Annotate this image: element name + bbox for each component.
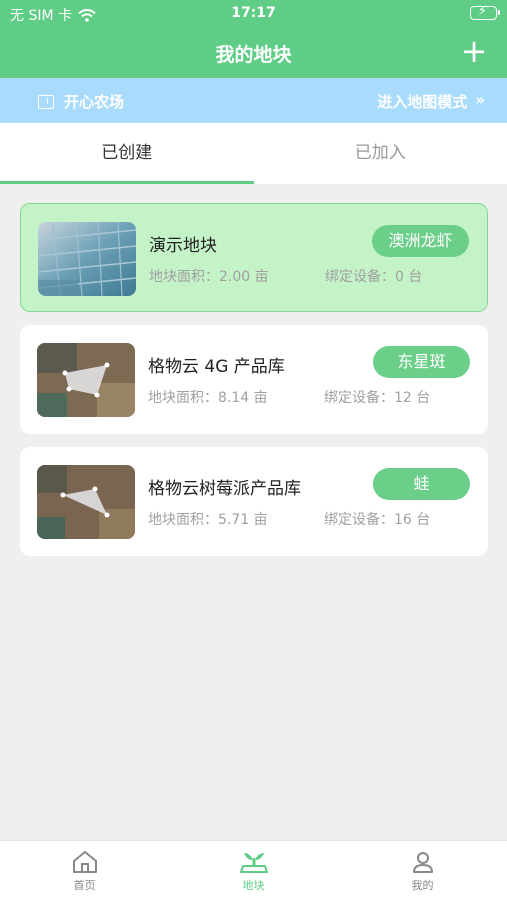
plot-name: 格物云 4G 产品库 bbox=[148, 357, 285, 377]
plot-card[interactable]: 演示地块 澳洲龙虾 地块面积：2.00 亩 绑定设备：0 台 bbox=[20, 203, 488, 312]
plot-name: 格物云树莓派产品库 bbox=[148, 479, 301, 499]
bottom-tab-label: 首页 bbox=[73, 879, 96, 892]
plot-tabs: 已创建 已加入 bbox=[0, 123, 507, 184]
plot-thumbnail bbox=[37, 343, 135, 417]
status-time: 17:17 bbox=[231, 5, 276, 21]
tab-joined[interactable]: 已加入 bbox=[254, 123, 507, 184]
plot-thumbnail bbox=[37, 465, 135, 539]
plot-tag: 东星斑 bbox=[373, 346, 470, 378]
plot-tag: 澳洲龙虾 bbox=[372, 225, 469, 257]
plot-area: 地块面积：8.14 亩 bbox=[148, 390, 268, 406]
plot-thumbnail bbox=[38, 222, 136, 296]
bottom-tab-label: 地块 bbox=[242, 879, 265, 892]
battery-icon: ⚡ bbox=[470, 4, 500, 20]
bottom-tab-label: 我的 bbox=[411, 879, 434, 892]
plot-devices: 绑定设备：0 台 bbox=[325, 269, 423, 285]
status-bar: 无 SIM 卡 17:17 ⚡ bbox=[0, 0, 507, 28]
plot-icon bbox=[239, 853, 268, 873]
farm-name: 开心农场 bbox=[64, 93, 125, 111]
bottom-tab-mine[interactable]: 我的 bbox=[338, 841, 507, 900]
map-mode-label: 进入地图模式 bbox=[377, 93, 468, 111]
page-title: 我的地块 bbox=[215, 44, 292, 66]
bottom-tab-bar: 首页 地块 我的 bbox=[0, 840, 507, 900]
add-plot-button[interactable]: + bbox=[457, 34, 491, 68]
farm-banner: 开心农场 进入地图模式 » bbox=[0, 78, 507, 123]
plot-devices: 绑定设备：16 台 bbox=[324, 512, 431, 528]
bottom-tab-plots[interactable]: 地块 bbox=[169, 841, 338, 900]
plot-name: 演示地块 bbox=[149, 236, 217, 256]
home-icon bbox=[72, 851, 97, 873]
tab-created[interactable]: 已创建 bbox=[0, 123, 254, 184]
plot-area: 地块面积：5.71 亩 bbox=[148, 512, 268, 528]
map-mode-link[interactable]: 进入地图模式 » bbox=[377, 91, 485, 112]
plot-card[interactable]: 格物云 4G 产品库 东星斑 地块面积：8.14 亩 绑定设备：12 台 bbox=[20, 325, 488, 434]
bottom-tab-home[interactable]: 首页 bbox=[0, 841, 169, 900]
farm-icon bbox=[38, 94, 54, 109]
person-icon bbox=[412, 852, 433, 873]
double-chevron-right-icon: » bbox=[475, 91, 485, 109]
plot-tag: 蛙 bbox=[373, 468, 470, 500]
nav-bar: 我的地块 + bbox=[0, 28, 507, 78]
plot-card[interactable]: 格物云树莓派产品库 蛙 地块面积：5.71 亩 绑定设备：16 台 bbox=[20, 447, 488, 556]
plot-devices: 绑定设备：12 台 bbox=[324, 390, 431, 406]
farm-selector[interactable]: 开心农场 bbox=[38, 91, 124, 112]
plot-area: 地块面积：2.00 亩 bbox=[149, 269, 269, 285]
